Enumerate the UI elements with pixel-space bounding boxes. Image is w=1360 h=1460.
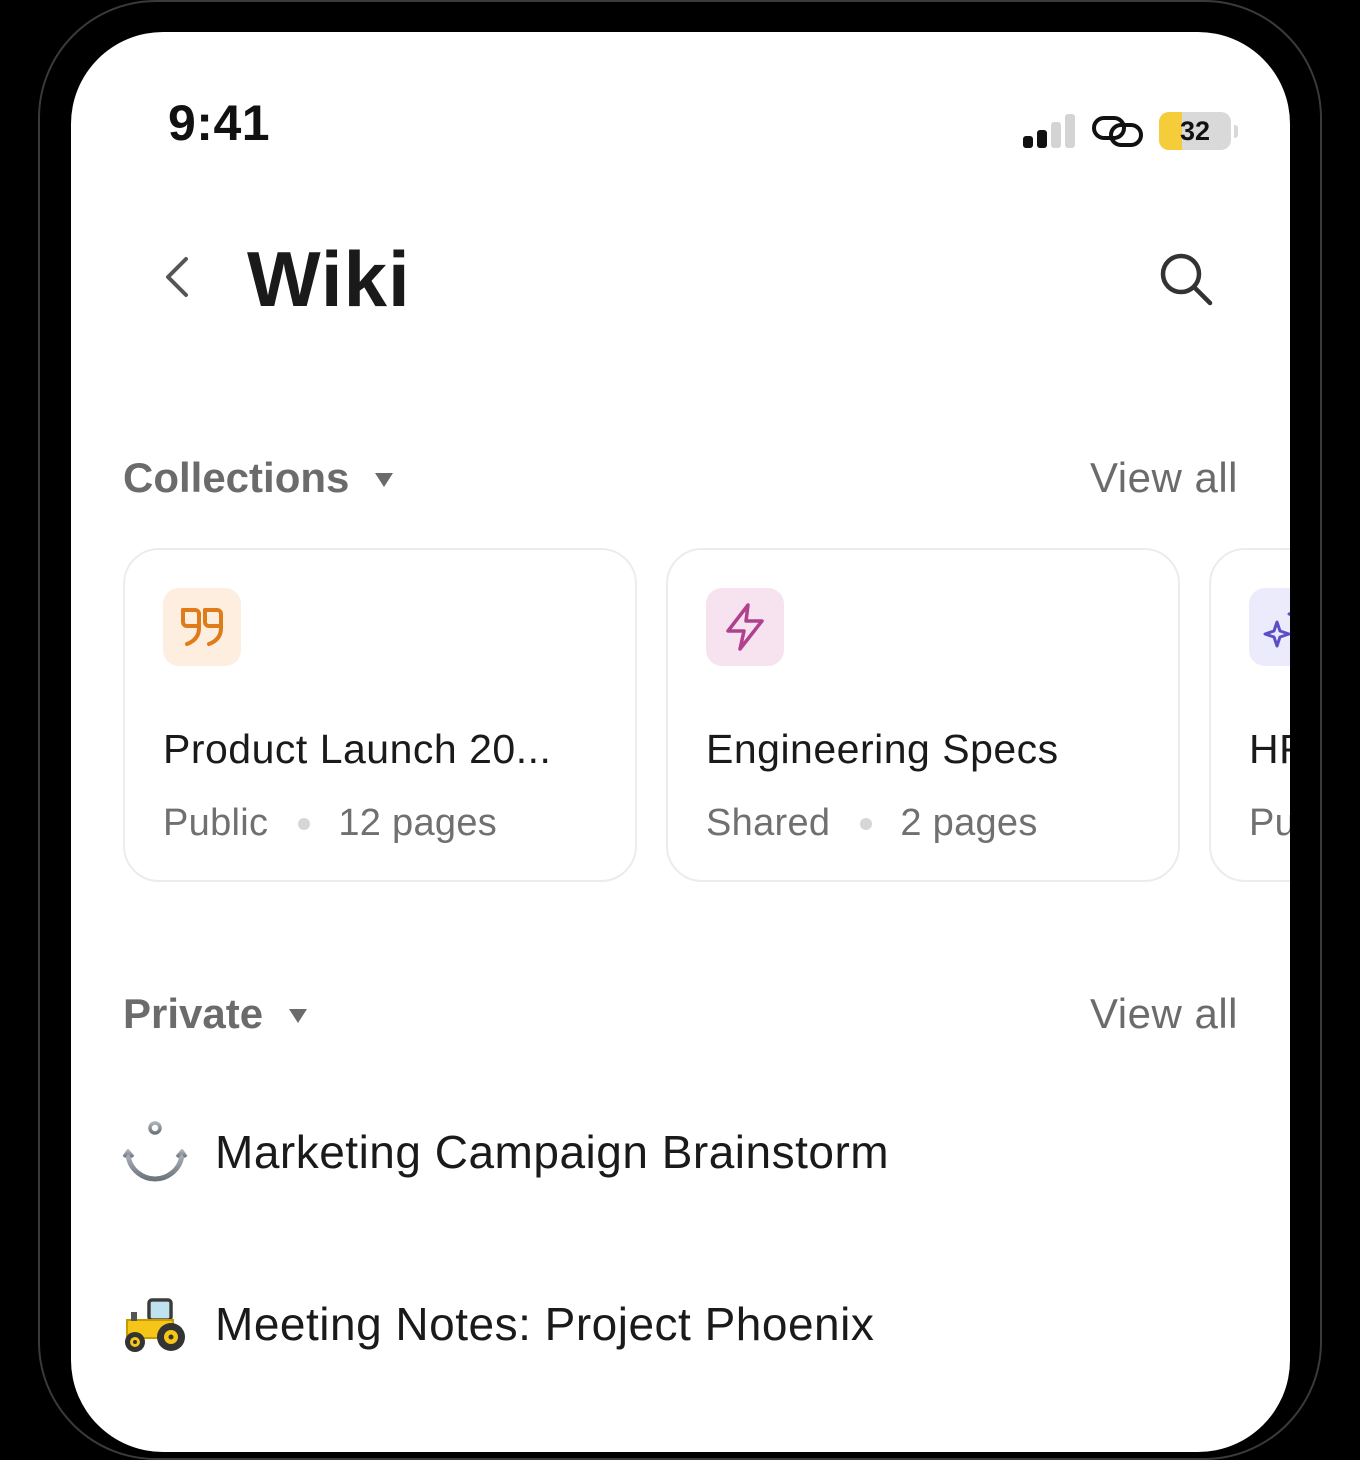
- sparkle-icon: [1263, 612, 1290, 648]
- private-page-title: Meeting Notes: Project Phoenix: [215, 1298, 875, 1350]
- caret-down-icon: [289, 1009, 308, 1023]
- separator-dot: [860, 817, 873, 830]
- collection-title: Product Launch 20...: [163, 726, 552, 772]
- search-button[interactable]: [1151, 244, 1221, 314]
- private-page-item[interactable]: Marketing Campaign Brainstorm: [121, 1118, 889, 1186]
- caret-down-icon: [375, 473, 394, 487]
- lightning-icon: [726, 603, 764, 651]
- collection-icon-tile: [163, 588, 241, 666]
- battery-indicator: 32: [1159, 112, 1238, 150]
- search-icon: [1160, 253, 1213, 306]
- battery-tip: [1234, 124, 1238, 138]
- anchor-icon: [121, 1118, 189, 1186]
- private-toggle[interactable]: Private: [123, 990, 308, 1038]
- collections-view-all-link[interactable]: View all: [1090, 454, 1238, 502]
- collections-carousel[interactable]: Product Launch 20... Public 12 pages Eng…: [123, 548, 1290, 884]
- collection-meta: Shared 2 pages: [706, 802, 1038, 845]
- status-time: 9:41: [168, 95, 271, 151]
- page-title: Wiki: [247, 235, 411, 323]
- collections-header: Collections View all: [123, 448, 1238, 508]
- private-page-title: Marketing Campaign Brainstorm: [215, 1126, 890, 1178]
- collection-card[interactable]: HR Policies Public: [1209, 548, 1290, 882]
- link-icon: [1092, 116, 1143, 147]
- phone-screen: 9:41 32 Wiki Collections View all Produc…: [71, 32, 1290, 1452]
- collection-card[interactable]: Engineering Specs Shared 2 pages: [666, 548, 1180, 882]
- battery-level: 32: [1179, 115, 1211, 146]
- private-title: Private: [123, 990, 264, 1037]
- tractor-icon: [121, 1290, 189, 1358]
- collection-page-count: 12 pages: [338, 802, 498, 844]
- chevron-left-icon: [166, 257, 188, 297]
- collections-title: Collections: [123, 454, 350, 501]
- battery-fill: [1159, 112, 1183, 150]
- collection-visibility: Public: [1249, 802, 1290, 844]
- quote-icon: [181, 608, 223, 646]
- private-view-all-link[interactable]: View all: [1090, 990, 1238, 1038]
- collection-meta: Public: [1249, 802, 1290, 845]
- collection-icon-tile: [706, 588, 784, 666]
- collection-page-count: 2 pages: [900, 802, 1038, 844]
- cellular-signal-icon: [1023, 114, 1075, 148]
- collection-visibility: Public: [163, 802, 269, 844]
- collection-visibility: Shared: [706, 802, 831, 844]
- collection-meta: Public 12 pages: [163, 802, 497, 845]
- collection-card[interactable]: Product Launch 20... Public 12 pages: [123, 548, 637, 882]
- private-header: Private View all: [123, 984, 1238, 1044]
- private-page-item[interactable]: Meeting Notes: Project Phoenix: [121, 1290, 874, 1358]
- separator-dot: [298, 817, 311, 830]
- collection-icon-tile: [1249, 588, 1290, 666]
- status-icons: 32: [1023, 112, 1238, 150]
- collections-toggle[interactable]: Collections: [123, 454, 394, 502]
- collection-title: HR Policies: [1249, 726, 1290, 772]
- back-button[interactable]: [153, 250, 201, 304]
- collection-title: Engineering Specs: [706, 726, 1059, 772]
